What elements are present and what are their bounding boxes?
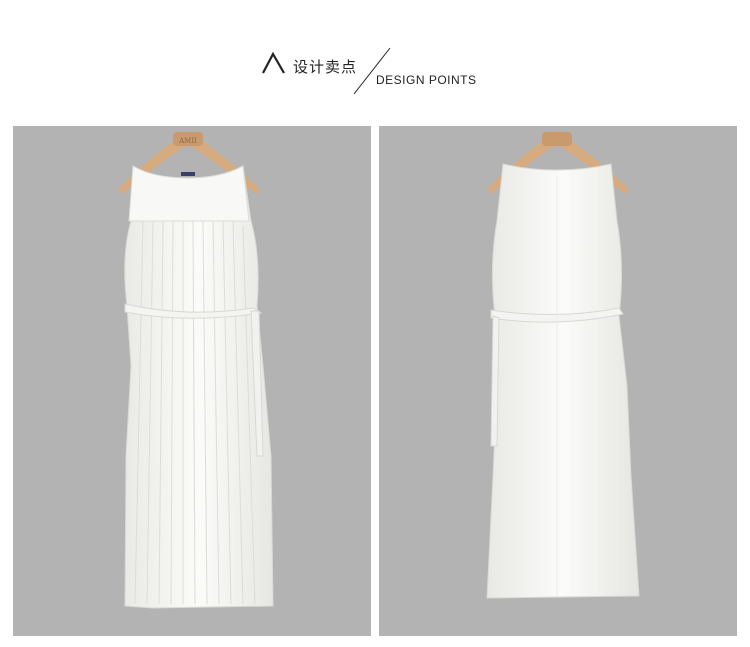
dress-front bbox=[124, 165, 274, 609]
product-photo-front: AMII bbox=[13, 126, 371, 636]
section-title-en: DESIGN POINTS bbox=[376, 73, 477, 87]
section-title-cn: 设计卖点 bbox=[293, 58, 358, 76]
dress-back-image bbox=[486, 131, 640, 599]
product-photo-back bbox=[379, 126, 737, 636]
caret-lambda-icon bbox=[262, 51, 285, 74]
hanger-brand-label: AMII bbox=[178, 137, 197, 145]
dress-front-image: AMII bbox=[118, 131, 274, 609]
dress-back bbox=[486, 163, 640, 599]
section-header: 设计卖点 DESIGN POINTS bbox=[0, 0, 750, 126]
divider-slash bbox=[353, 47, 391, 95]
